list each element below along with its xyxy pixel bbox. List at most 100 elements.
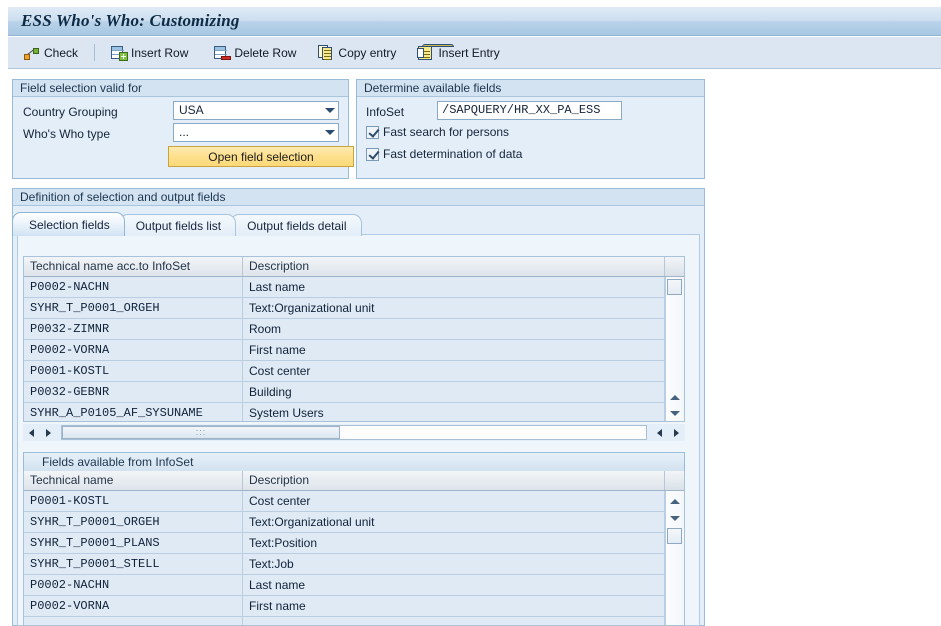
select-all-corner-button[interactable] [665, 257, 684, 276]
check-icon [24, 45, 40, 61]
scroll-right-button-right[interactable] [668, 425, 685, 440]
scrollbar-thumb[interactable] [667, 279, 682, 295]
tab-selection-fields[interactable]: Selection fields [12, 212, 125, 236]
scroll-left-button-right[interactable] [651, 425, 668, 440]
table-row[interactable] [24, 617, 684, 625]
cell-technical-name: P0002-VORNA [24, 340, 243, 360]
country-grouping-dropdown[interactable]: USA [173, 101, 339, 120]
infoset-table-vertical-scrollbar[interactable] [665, 491, 684, 625]
infoset-label: InfoSet [366, 105, 405, 119]
chevron-down-icon[interactable] [321, 102, 338, 119]
cell-description: First name [243, 340, 665, 360]
table-row[interactable]: SYHR_T_P0001_PLANS Text:Position [24, 533, 684, 554]
infoset-input[interactable]: /SAPQUERY/HR_XX_PA_ESS [437, 101, 622, 120]
table-row[interactable]: P0032-ZIMNR Room [24, 319, 684, 340]
open-field-selection-button[interactable]: Open field selection [168, 146, 354, 167]
scroll-left-button[interactable] [23, 425, 40, 440]
definition-panel-title: Definition of selection and output field… [13, 189, 704, 206]
insert-entry-button[interactable]: Insert Entry [410, 40, 507, 66]
checkbox-checked-icon[interactable] [366, 148, 379, 161]
tab-strip: Selection fields Output fields list Outp… [12, 212, 362, 236]
cell-description: Cost center [243, 361, 665, 381]
table-row[interactable]: P0001-KOSTL Cost center [24, 491, 684, 512]
delete-row-button[interactable]: Delete Row [206, 40, 304, 66]
infoset-fields-table-body: P0001-KOSTL Cost center SYHR_T_P0001_ORG… [24, 491, 684, 625]
country-grouping-value: USA [179, 103, 204, 117]
scroll-right-button[interactable] [40, 425, 57, 440]
table-row[interactable]: P0032-GEBNR Building [24, 382, 684, 403]
column-header-description[interactable]: Description [243, 257, 665, 276]
window-title-bar: ESS Who's Who: Customizing [8, 6, 941, 36]
table-row[interactable]: P0002-NACHN Last name [24, 277, 684, 298]
cell-technical-name: SYHR_A_P0105_AF_SYSUNAME [24, 403, 243, 421]
whos-who-type-dropdown[interactable]: ... [173, 123, 339, 142]
fast-determination-of-data-label: Fast determination of data [383, 147, 523, 161]
scroll-down-button[interactable] [667, 511, 682, 526]
scroll-up-button[interactable] [667, 494, 682, 509]
cell-description: Text:Organizational unit [243, 298, 665, 318]
cell-description: Text:Position [243, 533, 665, 553]
table-row[interactable]: P0002-NACHN Last name [24, 575, 684, 596]
infoset-fields-panel-title-bar: Fields available from InfoSet [23, 452, 685, 471]
chevron-down-icon[interactable] [321, 124, 338, 141]
select-all-corner-button[interactable] [665, 471, 684, 490]
infoset-fields-table: Technical name Description P0001-KOSTL C… [23, 471, 685, 626]
insert-row-button[interactable]: Insert Row [103, 40, 196, 66]
delete-row-icon [214, 45, 232, 61]
cell-technical-name: P0001-KOSTL [24, 361, 243, 381]
cell-description: Text:Job [243, 554, 665, 574]
table-row[interactable]: P0001-KOSTL Cost center [24, 361, 684, 382]
fast-search-for-persons-checkbox[interactable]: Fast search for persons [366, 126, 509, 139]
infoset-fields-panel-title: Fields available from InfoSet [42, 455, 194, 469]
check-button[interactable]: Check [16, 40, 86, 66]
cell-technical-name: P0001-KOSTL [24, 491, 243, 511]
scroll-down-button[interactable] [667, 406, 682, 421]
cell-technical-name: P0002-NACHN [24, 575, 243, 595]
selection-table-vertical-scrollbar[interactable] [665, 277, 684, 421]
cell-technical-name: SYHR_T_P0001_STELL [24, 554, 243, 574]
available-fields-panel: Determine available fields InfoSet /SAPQ… [356, 79, 705, 179]
delete-row-button-label: Delete Row [234, 45, 297, 60]
field-selection-panel: Field selection valid for Country Groupi… [12, 79, 354, 179]
column-header-technical-name[interactable]: Technical name acc.to InfoSet [24, 257, 243, 276]
insert-entry-button-label: Insert Entry [438, 45, 500, 60]
field-selection-panel-body: Country Grouping USA Who's Who type ... … [13, 97, 354, 177]
horizontal-scroll-thumb[interactable]: ::: [62, 426, 340, 439]
available-fields-panel-title: Determine available fields [357, 80, 704, 97]
tab-selection-fields-label: Selection fields [29, 217, 110, 232]
cell-technical-name: P0002-VORNA [24, 596, 243, 616]
scrollbar-thumb[interactable] [667, 528, 682, 544]
tab-output-fields-detail-label: Output fields detail [247, 218, 347, 233]
insert-row-button-label: Insert Row [131, 45, 189, 60]
tab-output-fields-list[interactable]: Output fields list [118, 214, 237, 236]
column-header-description[interactable]: Description [243, 471, 665, 490]
table-row[interactable]: P0002-VORNA First name [24, 596, 684, 617]
checkbox-checked-icon[interactable] [366, 126, 379, 139]
cell-technical-name: SYHR_T_P0001_ORGEH [24, 512, 243, 532]
table-row[interactable]: SYHR_T_P0001_STELL Text:Job [24, 554, 684, 575]
table-row[interactable]: SYHR_T_P0001_ORGEH Text:Organizational u… [24, 298, 684, 319]
cell-technical-name [24, 617, 243, 625]
column-header-technical-name[interactable]: Technical name [24, 471, 243, 490]
table-row[interactable]: P0002-VORNA First name [24, 340, 684, 361]
insert-row-icon [111, 45, 129, 61]
scroll-thumb-grip-icon: ::: [195, 427, 207, 437]
tab-output-fields-detail[interactable]: Output fields detail [230, 214, 362, 236]
scroll-up-button[interactable] [667, 390, 682, 405]
copy-entry-button[interactable]: Copy entry [310, 40, 404, 66]
selection-fields-table-header: Technical name acc.to InfoSet Descriptio… [24, 257, 684, 277]
sap-gui-window: ESS Who's Who: Customizing www.tutorialk… [0, 0, 941, 626]
infoset-fields-table-header: Technical name Description [24, 471, 684, 491]
cell-description: Room [243, 319, 665, 339]
fast-determination-of-data-checkbox[interactable]: Fast determination of data [366, 148, 522, 161]
country-grouping-label: Country Grouping [23, 105, 118, 119]
cell-description: Building [243, 382, 665, 402]
whos-who-type-label: Who's Who type [23, 127, 110, 141]
cell-description: Last name [243, 575, 665, 595]
table-row[interactable]: SYHR_A_P0105_AF_SYSUNAME System Users [24, 403, 684, 421]
table-row[interactable]: SYHR_T_P0001_ORGEH Text:Organizational u… [24, 512, 684, 533]
application-toolbar: Check Insert Row Delete Row Copy entry I… [8, 37, 941, 69]
cell-description: Cost center [243, 491, 665, 511]
page-title: ESS Who's Who: Customizing [21, 11, 240, 30]
horizontal-scroll-track[interactable]: ::: [61, 425, 647, 440]
